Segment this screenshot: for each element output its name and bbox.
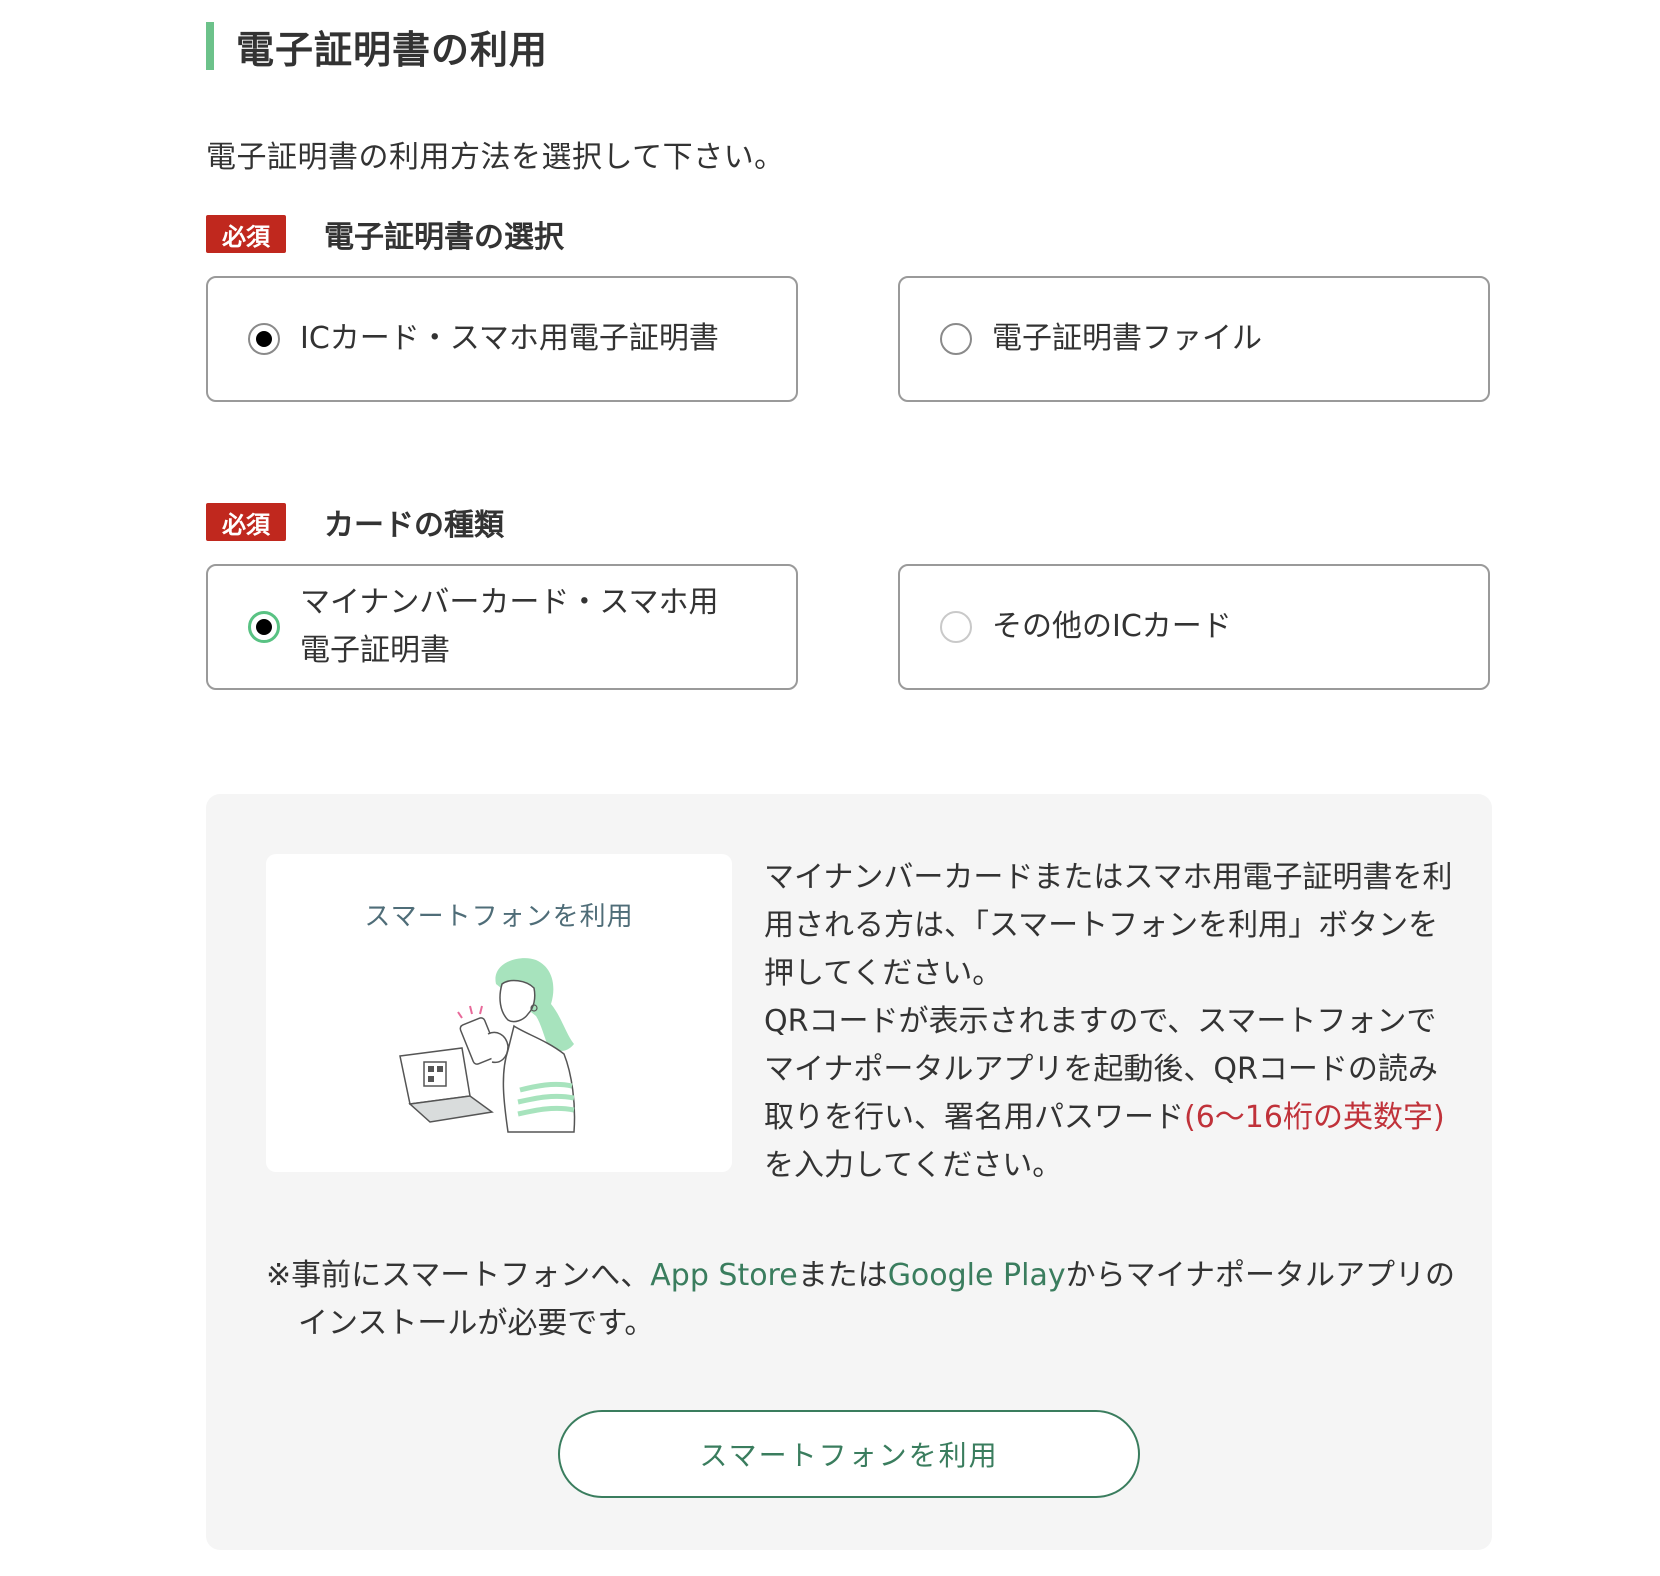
card-type-label: 必須 カードの種類 — [206, 502, 504, 543]
cert-select-label: 必須 電子証明書の選択 — [206, 214, 564, 255]
sparkle-line — [457, 1011, 463, 1019]
cert-select-label-text: 電子証明書の選択 — [324, 220, 564, 255]
required-badge: 必須 — [206, 503, 286, 541]
card-type-label-text: カードの種類 — [324, 508, 504, 543]
app-store-link[interactable]: App Store — [650, 1258, 797, 1293]
radio-selected-dot — [256, 619, 272, 635]
option-label: ICカード・スマホ用電子証明書 — [300, 321, 719, 356]
qr-code-block — [428, 1066, 434, 1072]
qr-code-shape — [423, 1061, 447, 1087]
radio-selected-dot — [256, 331, 272, 347]
option-label: その他のICカード — [992, 609, 1232, 644]
note-prefix: ※事前にスマートフォンへ、 — [266, 1258, 651, 1293]
required-badge: 必須 — [206, 215, 286, 253]
intro-text: 電子証明書の利用方法を選択して下さい。 — [206, 140, 785, 175]
title-accent-bar — [206, 22, 214, 70]
option-label: 電子証明書ファイル — [992, 321, 1262, 356]
panel-text-part3: を入力してください。 — [764, 1148, 1063, 1183]
install-note: ※事前にスマートフォンへ、App StoreまたはGoogle Playからマイ… — [266, 1252, 1478, 1348]
illustration-caption: スマートフォンを利用 — [364, 902, 634, 932]
google-play-link[interactable]: Google Play — [888, 1258, 1066, 1293]
panel-text-part1: マイナンバーカードまたはスマホ用電子証明書を利用される方は、「スマートフォンを利… — [764, 860, 1453, 991]
qr-code-block — [437, 1066, 443, 1072]
person-smartphone-illustration — [399, 958, 576, 1133]
password-format-highlight: (6～16桁の英数字) — [1184, 1100, 1445, 1135]
sparkle-line — [469, 1005, 473, 1015]
smartphone-info-panel: スマートフォンを利用 マイナンバーカードまたはスマホ用電子証明書を利用される方は… — [206, 794, 1492, 1550]
page-title: 電子証明書の利用 — [236, 27, 549, 72]
radio-mynumber-card[interactable] — [248, 611, 280, 643]
option-other-ic-card[interactable]: その他のICカード — [898, 564, 1490, 690]
radio-other-ic-card[interactable] — [940, 611, 972, 643]
note-mid: または — [797, 1258, 888, 1293]
face-shape — [499, 979, 536, 1023]
use-smartphone-button[interactable]: スマートフォンを利用 — [558, 1410, 1140, 1498]
radio-cert-file[interactable] — [940, 323, 972, 355]
option-cert-file[interactable]: 電子証明書ファイル — [898, 276, 1490, 402]
panel-description: マイナンバーカードまたはスマホ用電子証明書を利用される方は、「スマートフォンを利… — [764, 854, 1454, 1190]
sparkle-line — [479, 1005, 483, 1015]
option-mynumber-card[interactable]: マイナンバーカード・スマホ用電子証明書 — [206, 564, 798, 690]
radio-ic-card-smartphone[interactable] — [248, 323, 280, 355]
qr-code-block — [428, 1076, 434, 1082]
illustration-card: スマートフォンを利用 — [266, 854, 732, 1172]
option-ic-card-smartphone[interactable]: ICカード・スマホ用電子証明書 — [206, 276, 798, 402]
section-title: 電子証明書の利用 — [206, 22, 548, 72]
option-label: マイナンバーカード・スマホ用電子証明書 — [300, 585, 719, 668]
